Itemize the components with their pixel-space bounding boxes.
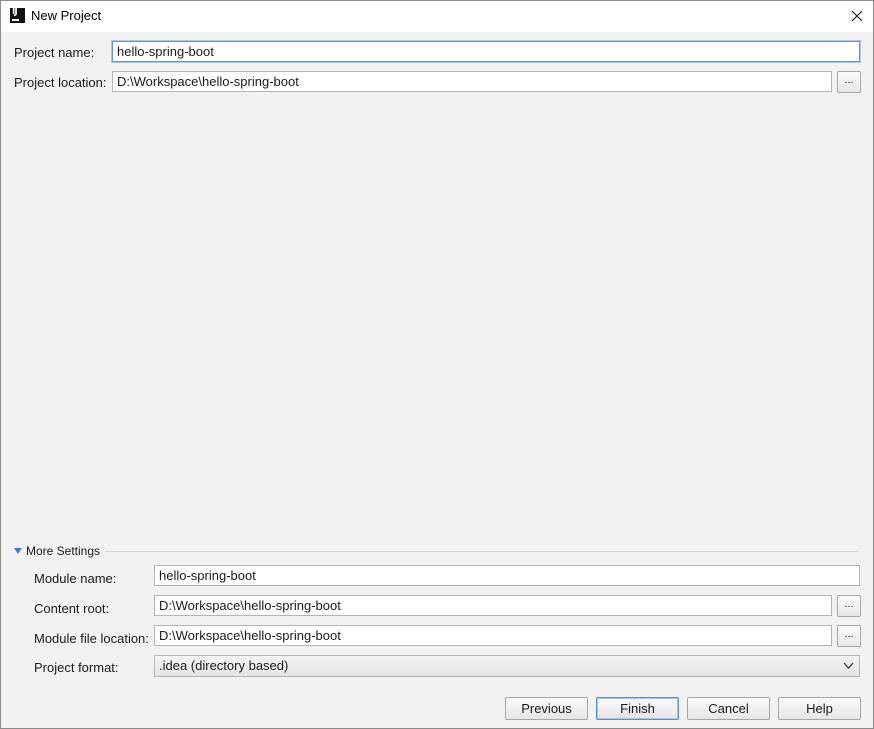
help-button[interactable]: Help [778, 697, 861, 720]
project-format-value: .idea (directory based) [159, 658, 289, 673]
project-name-label: Project name: [14, 45, 95, 60]
more-settings-label: More Settings [26, 544, 101, 558]
close-button[interactable] [841, 1, 873, 32]
project-location-input[interactable]: D:\Workspace\hello-spring-boot [112, 71, 832, 92]
project-location-browse-button[interactable]: ... [837, 71, 861, 93]
module-name-label: Module name: [34, 571, 117, 586]
more-settings-separator [105, 551, 859, 552]
window-title: New Project [31, 8, 102, 23]
close-icon [851, 10, 863, 22]
intellij-idea-icon: IJ [10, 7, 25, 23]
project-location-label: Project location: [14, 75, 107, 90]
new-project-dialog: IJ New Project Project name: hello-sprin… [0, 0, 874, 729]
content-root-browse-button[interactable]: ... [837, 595, 861, 617]
project-name-input[interactable]: hello-spring-boot [112, 41, 860, 62]
chevron-down-icon [843, 662, 854, 669]
previous-button[interactable]: Previous [505, 697, 588, 720]
triangle-down-icon [14, 548, 22, 554]
project-format-label: Project format: [34, 660, 119, 675]
module-file-location-input[interactable]: D:\Workspace\hello-spring-boot [154, 625, 832, 646]
project-format-select[interactable]: .idea (directory based) [154, 655, 860, 677]
content-root-label: Content root: [34, 601, 110, 616]
module-file-location-label: Module file location: [34, 631, 149, 646]
module-name-input[interactable]: hello-spring-boot [154, 565, 860, 586]
finish-button[interactable]: Finish [596, 697, 679, 720]
title-bar: IJ New Project [1, 1, 873, 32]
module-file-location-browse-button[interactable]: ... [837, 625, 861, 647]
content-root-input[interactable]: D:\Workspace\hello-spring-boot [154, 595, 832, 616]
cancel-button[interactable]: Cancel [687, 697, 770, 720]
